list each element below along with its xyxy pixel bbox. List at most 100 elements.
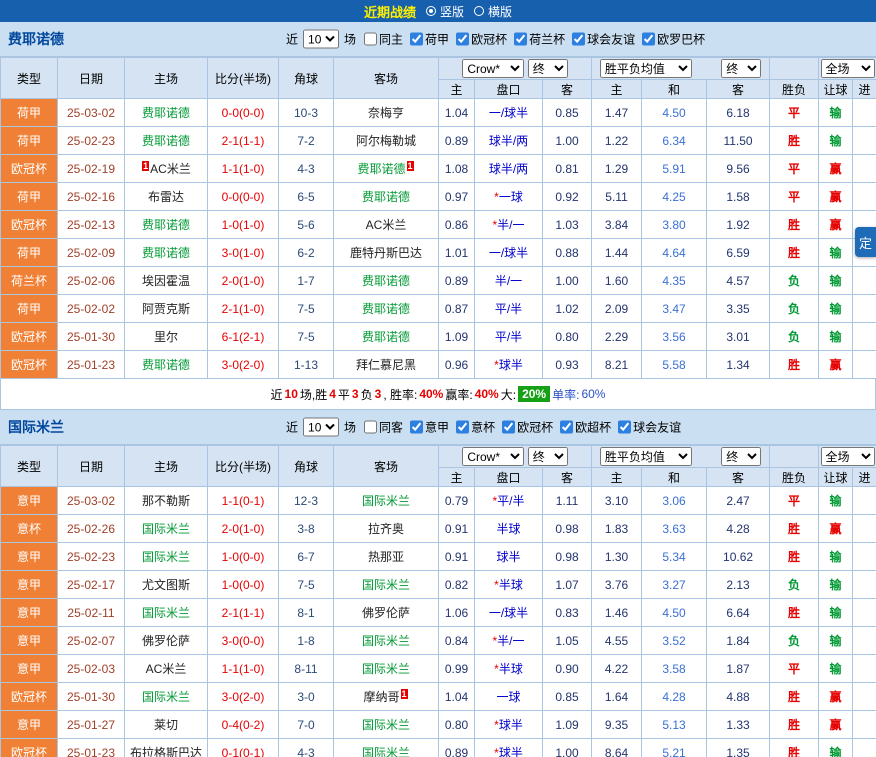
away-team-name[interactable]: 阿尔梅勒城 (356, 134, 416, 148)
home-team-name[interactable]: 莱切 (154, 718, 178, 732)
filter-checkbox-option[interactable]: 欧超杯 (555, 419, 611, 436)
filter-checkbox[interactable] (456, 33, 469, 46)
avg-odds-select[interactable]: 胜平负均值 (600, 447, 692, 466)
result-cell: 胜 (770, 351, 819, 379)
away-team-name[interactable]: 拜仁慕尼黑 (356, 358, 416, 372)
filter-checkbox-option[interactable]: 球会友谊 (613, 419, 681, 436)
away-team-name[interactable]: 佛罗伦萨 (362, 606, 410, 620)
score-cell: 0-0(0-0) (208, 99, 279, 127)
result-cell: 负 (770, 267, 819, 295)
home-team-name[interactable]: AC米兰 (146, 662, 187, 676)
away-team-name[interactable]: AC米兰 (366, 218, 407, 232)
avg-final-select[interactable]: 终 (721, 447, 761, 466)
pin-side-tab[interactable]: 定 (855, 227, 876, 257)
away-team-name[interactable]: 国际米兰 (362, 746, 410, 757)
home-team-name[interactable]: AC米兰 (150, 162, 191, 176)
away-team-name[interactable]: 费耶诺德 (362, 274, 410, 288)
filter-checkbox[interactable] (502, 421, 515, 434)
home-team-name[interactable]: 那不勒斯 (142, 494, 190, 508)
handicap-value: 球半/两 (489, 162, 528, 176)
avg-final-select[interactable]: 终 (721, 59, 761, 78)
home-team-name[interactable]: 费耶诺德 (142, 106, 190, 120)
home-team-cell: 莱切 (125, 711, 208, 739)
team-name[interactable]: 费耶诺德 (8, 29, 64, 49)
home-team-name[interactable]: 布拉格斯巴达 (130, 746, 202, 757)
score-cell: 1-0(0-0) (208, 543, 279, 571)
away-team-name[interactable]: 摩纳哥 (363, 690, 399, 704)
away-team-name[interactable]: 国际米兰 (362, 634, 410, 648)
odds-final-select[interactable]: 终 (528, 447, 568, 466)
away-team-name[interactable]: 拉齐奥 (368, 522, 404, 536)
home-team-name[interactable]: 尤文图斯 (142, 578, 190, 592)
filter-checkbox-option[interactable]: 欧冠杯 (451, 31, 507, 48)
odds-final-select[interactable]: 终 (528, 59, 568, 78)
filter-checkbox-option[interactable]: 欧冠杯 (497, 419, 553, 436)
home-team-name[interactable]: 费耶诺德 (142, 358, 190, 372)
filter-checkbox[interactable] (642, 33, 655, 46)
home-team-name[interactable]: 费耶诺德 (142, 134, 190, 148)
away-team-name[interactable]: 费耶诺德 (357, 162, 405, 176)
odds-company-select[interactable]: Crow* (462, 59, 524, 78)
home-team-name[interactable]: 国际米兰 (142, 550, 190, 564)
away-team-name[interactable]: 奈梅亨 (368, 106, 404, 120)
handicap-result-cell: 赢 (819, 711, 853, 739)
score-cell: 1-1(0-1) (208, 487, 279, 515)
home-team-name[interactable]: 里尔 (154, 330, 178, 344)
filter-checkbox[interactable] (364, 421, 377, 434)
team-section-inter: 国际米兰 近10场同客意甲意杯欧冠杯欧超杯球会友谊 类型 日期 主场 比分(半场… (0, 410, 876, 757)
home-team-name[interactable]: 国际米兰 (142, 522, 190, 536)
filter-checkbox[interactable] (410, 421, 423, 434)
avg-draw-odds-cell: 5.13 (642, 711, 707, 739)
col-handicap-result: 让球 (819, 468, 853, 487)
home-team-name[interactable]: 国际米兰 (142, 606, 190, 620)
filter-checkbox[interactable] (456, 421, 469, 434)
filter-checkbox-option[interactable]: 意甲 (405, 419, 449, 436)
away-team-name[interactable]: 鹿特丹斯巴达 (350, 246, 422, 260)
home-team-name[interactable]: 费耶诺德 (142, 218, 190, 232)
home-team-name[interactable]: 埃因霍温 (142, 274, 190, 288)
layout-radio-vertical[interactable]: 竖版 (426, 3, 464, 20)
filter-checkbox-option[interactable]: 同客 (359, 419, 403, 436)
radio-horizontal-label: 横版 (488, 3, 512, 20)
scope-select[interactable]: 全场 (821, 447, 875, 466)
team-name[interactable]: 国际米兰 (8, 417, 64, 437)
scope-select[interactable]: 全场 (821, 59, 875, 78)
away-team-name[interactable]: 国际米兰 (362, 718, 410, 732)
home-team-name[interactable]: 费耶诺德 (142, 246, 190, 260)
filter-checkbox[interactable] (572, 33, 585, 46)
filter-checkbox[interactable] (514, 33, 527, 46)
away-team-name[interactable]: 费耶诺德 (362, 302, 410, 316)
home-team-name[interactable]: 国际米兰 (142, 690, 190, 704)
recent-count-select[interactable]: 10 (303, 30, 339, 49)
match-row: 意杯25-02-26国际米兰2-0(1-0)3-8拉齐奥0.91半球0.981.… (1, 515, 876, 543)
corner-cell: 3-0 (279, 683, 334, 711)
avg-odds-select[interactable]: 胜平负均值 (600, 59, 692, 78)
filter-bar: 近10场同主荷甲欧冠杯荷兰杯球会友谊欧罗巴杯 (283, 30, 707, 49)
match-row: 意甲25-02-11国际米兰2-1(1-1)8-1佛罗伦萨1.06一/球半0.8… (1, 599, 876, 627)
away-team-name[interactable]: 国际米兰 (362, 662, 410, 676)
away-team-name[interactable]: 国际米兰 (362, 578, 410, 592)
home-team-name[interactable]: 阿贾克斯 (142, 302, 190, 316)
home-team-name[interactable]: 布雷达 (148, 190, 184, 204)
filter-checkbox-option[interactable]: 同主 (359, 31, 403, 48)
filter-checkbox-option[interactable]: 欧罗巴杯 (637, 31, 705, 48)
filter-checkbox[interactable] (560, 421, 573, 434)
away-team-name[interactable]: 国际米兰 (362, 494, 410, 508)
away-team-name[interactable]: 费耶诺德 (362, 330, 410, 344)
away-team-name[interactable]: 热那亚 (368, 550, 404, 564)
filter-checkbox-option[interactable]: 荷甲 (405, 31, 449, 48)
filter-checkbox-option[interactable]: 球会友谊 (567, 31, 635, 48)
layout-radio-horizontal[interactable]: 横版 (474, 3, 512, 20)
home-team-name[interactable]: 佛罗伦萨 (142, 634, 190, 648)
filter-checkbox[interactable] (364, 33, 377, 46)
result-cell: 胜 (770, 239, 819, 267)
odds-company-select[interactable]: Crow* (462, 447, 524, 466)
filter-checkbox[interactable] (410, 33, 423, 46)
handicap-odds-home-cell: 0.99 (439, 655, 475, 683)
filter-checkbox-option[interactable]: 意杯 (451, 419, 495, 436)
recent-count-select[interactable]: 10 (303, 418, 339, 437)
filter-checkbox-option[interactable]: 荷兰杯 (509, 31, 565, 48)
col-home: 主场 (125, 58, 208, 99)
filter-checkbox[interactable] (618, 421, 631, 434)
away-team-name[interactable]: 费耶诺德 (362, 190, 410, 204)
